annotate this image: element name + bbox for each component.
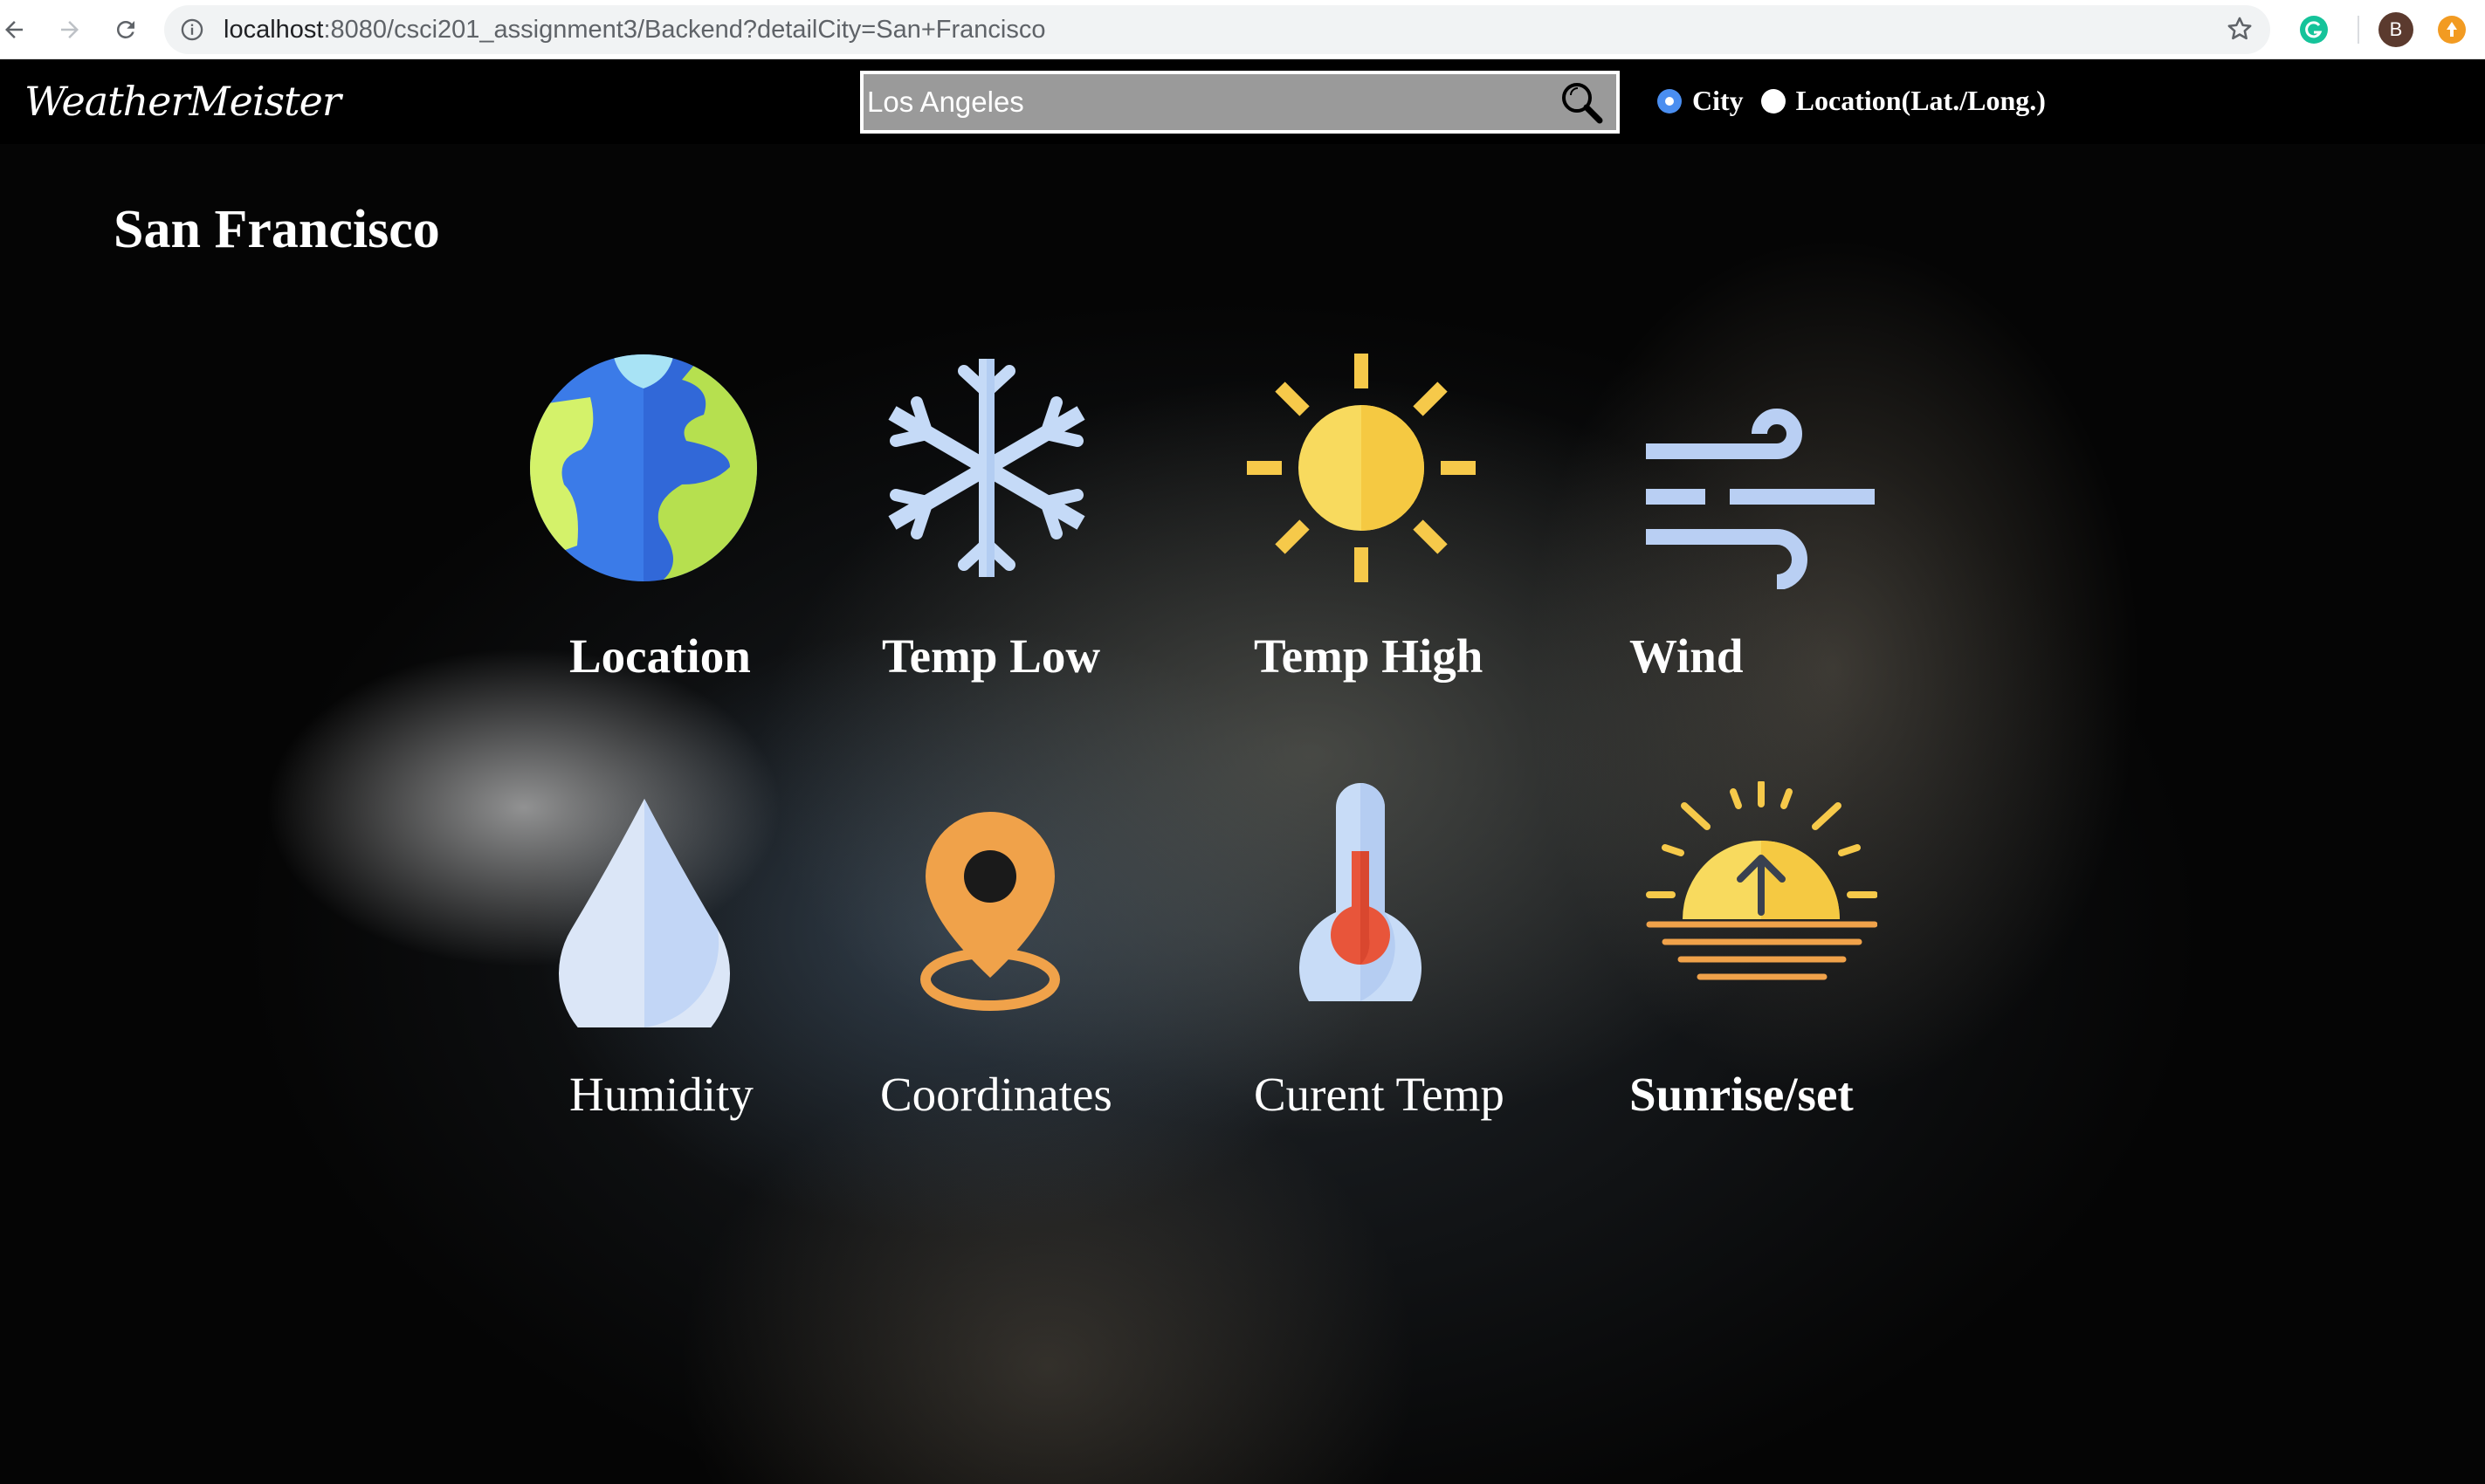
tile-location[interactable] xyxy=(529,354,758,582)
browser-toolbar: localhost:8080/csci201_assignment3/Backe… xyxy=(0,0,2485,59)
thermometer-icon xyxy=(1299,783,1421,1001)
tile-temp-high[interactable] xyxy=(1247,354,1476,582)
sun-icon xyxy=(1247,354,1476,582)
tile-temp-high-label: Temp High xyxy=(1254,629,1483,683)
tile-coordinates-label: Coordinates xyxy=(880,1068,1112,1121)
search-icon[interactable] xyxy=(1555,78,1607,127)
site-logo[interactable]: WeatherMeister xyxy=(24,78,341,125)
url-text[interactable]: localhost:8080/csci201_assignment3/Backe… xyxy=(224,16,1045,45)
radio-location[interactable] xyxy=(1760,88,1786,113)
map-pin-icon xyxy=(920,812,1060,1011)
url-host: localhost xyxy=(224,16,324,44)
globe-icon xyxy=(530,354,757,581)
search-mode-radio-group: City Location(Lat./Long.) xyxy=(1657,85,2063,117)
reload-icon[interactable] xyxy=(105,9,147,51)
tile-wind[interactable] xyxy=(1646,406,1877,589)
radio-city-label[interactable]: City xyxy=(1692,85,1744,117)
extension-icon[interactable] xyxy=(2436,14,2468,45)
grammarly-icon[interactable] xyxy=(2298,14,2330,45)
star-icon[interactable] xyxy=(2225,14,2254,48)
tile-temp-low-label: Temp Low xyxy=(882,629,1101,683)
tile-coordinates[interactable] xyxy=(920,812,1060,1014)
sunrise-icon xyxy=(1646,781,1877,980)
snowflake-icon xyxy=(888,359,1085,577)
profile-avatar[interactable]: B xyxy=(2378,12,2413,47)
toolbar-divider xyxy=(2358,16,2359,44)
forward-arrow-icon[interactable] xyxy=(49,9,91,51)
radio-location-label[interactable]: Location(Lat./Long.) xyxy=(1796,85,2046,117)
address-bar[interactable]: localhost:8080/csci201_assignment3/Backe… xyxy=(164,5,2270,54)
radio-city[interactable] xyxy=(1657,88,1682,113)
url-path: :8080/csci201_assignment3/Backend?detail… xyxy=(323,16,1046,44)
earth-background xyxy=(0,144,2485,1484)
tile-wind-label: Wind xyxy=(1629,629,1744,683)
tile-humidity[interactable] xyxy=(559,799,730,1027)
tile-sunrise-set[interactable] xyxy=(1646,781,1877,991)
tile-current-temp[interactable] xyxy=(1298,773,1423,1001)
tile-temp-low[interactable] xyxy=(882,354,1091,582)
site-header: WeatherMeister City Location(Lat./Long.) xyxy=(0,60,2485,144)
page-title: San Francisco xyxy=(114,200,440,259)
tile-humidity-label: Humidity xyxy=(569,1068,754,1121)
water-drop-icon xyxy=(559,799,730,1027)
back-arrow-icon[interactable] xyxy=(0,9,35,51)
wind-icon xyxy=(1646,409,1875,589)
tile-location-label: Location xyxy=(569,629,751,683)
tile-sunrise-set-label: Sunrise/set xyxy=(1629,1068,1854,1121)
search-box xyxy=(860,71,1620,134)
tile-current-temp-label: Curent Temp xyxy=(1254,1068,1504,1121)
info-icon[interactable] xyxy=(180,17,204,46)
city-search-input[interactable] xyxy=(867,79,1531,125)
